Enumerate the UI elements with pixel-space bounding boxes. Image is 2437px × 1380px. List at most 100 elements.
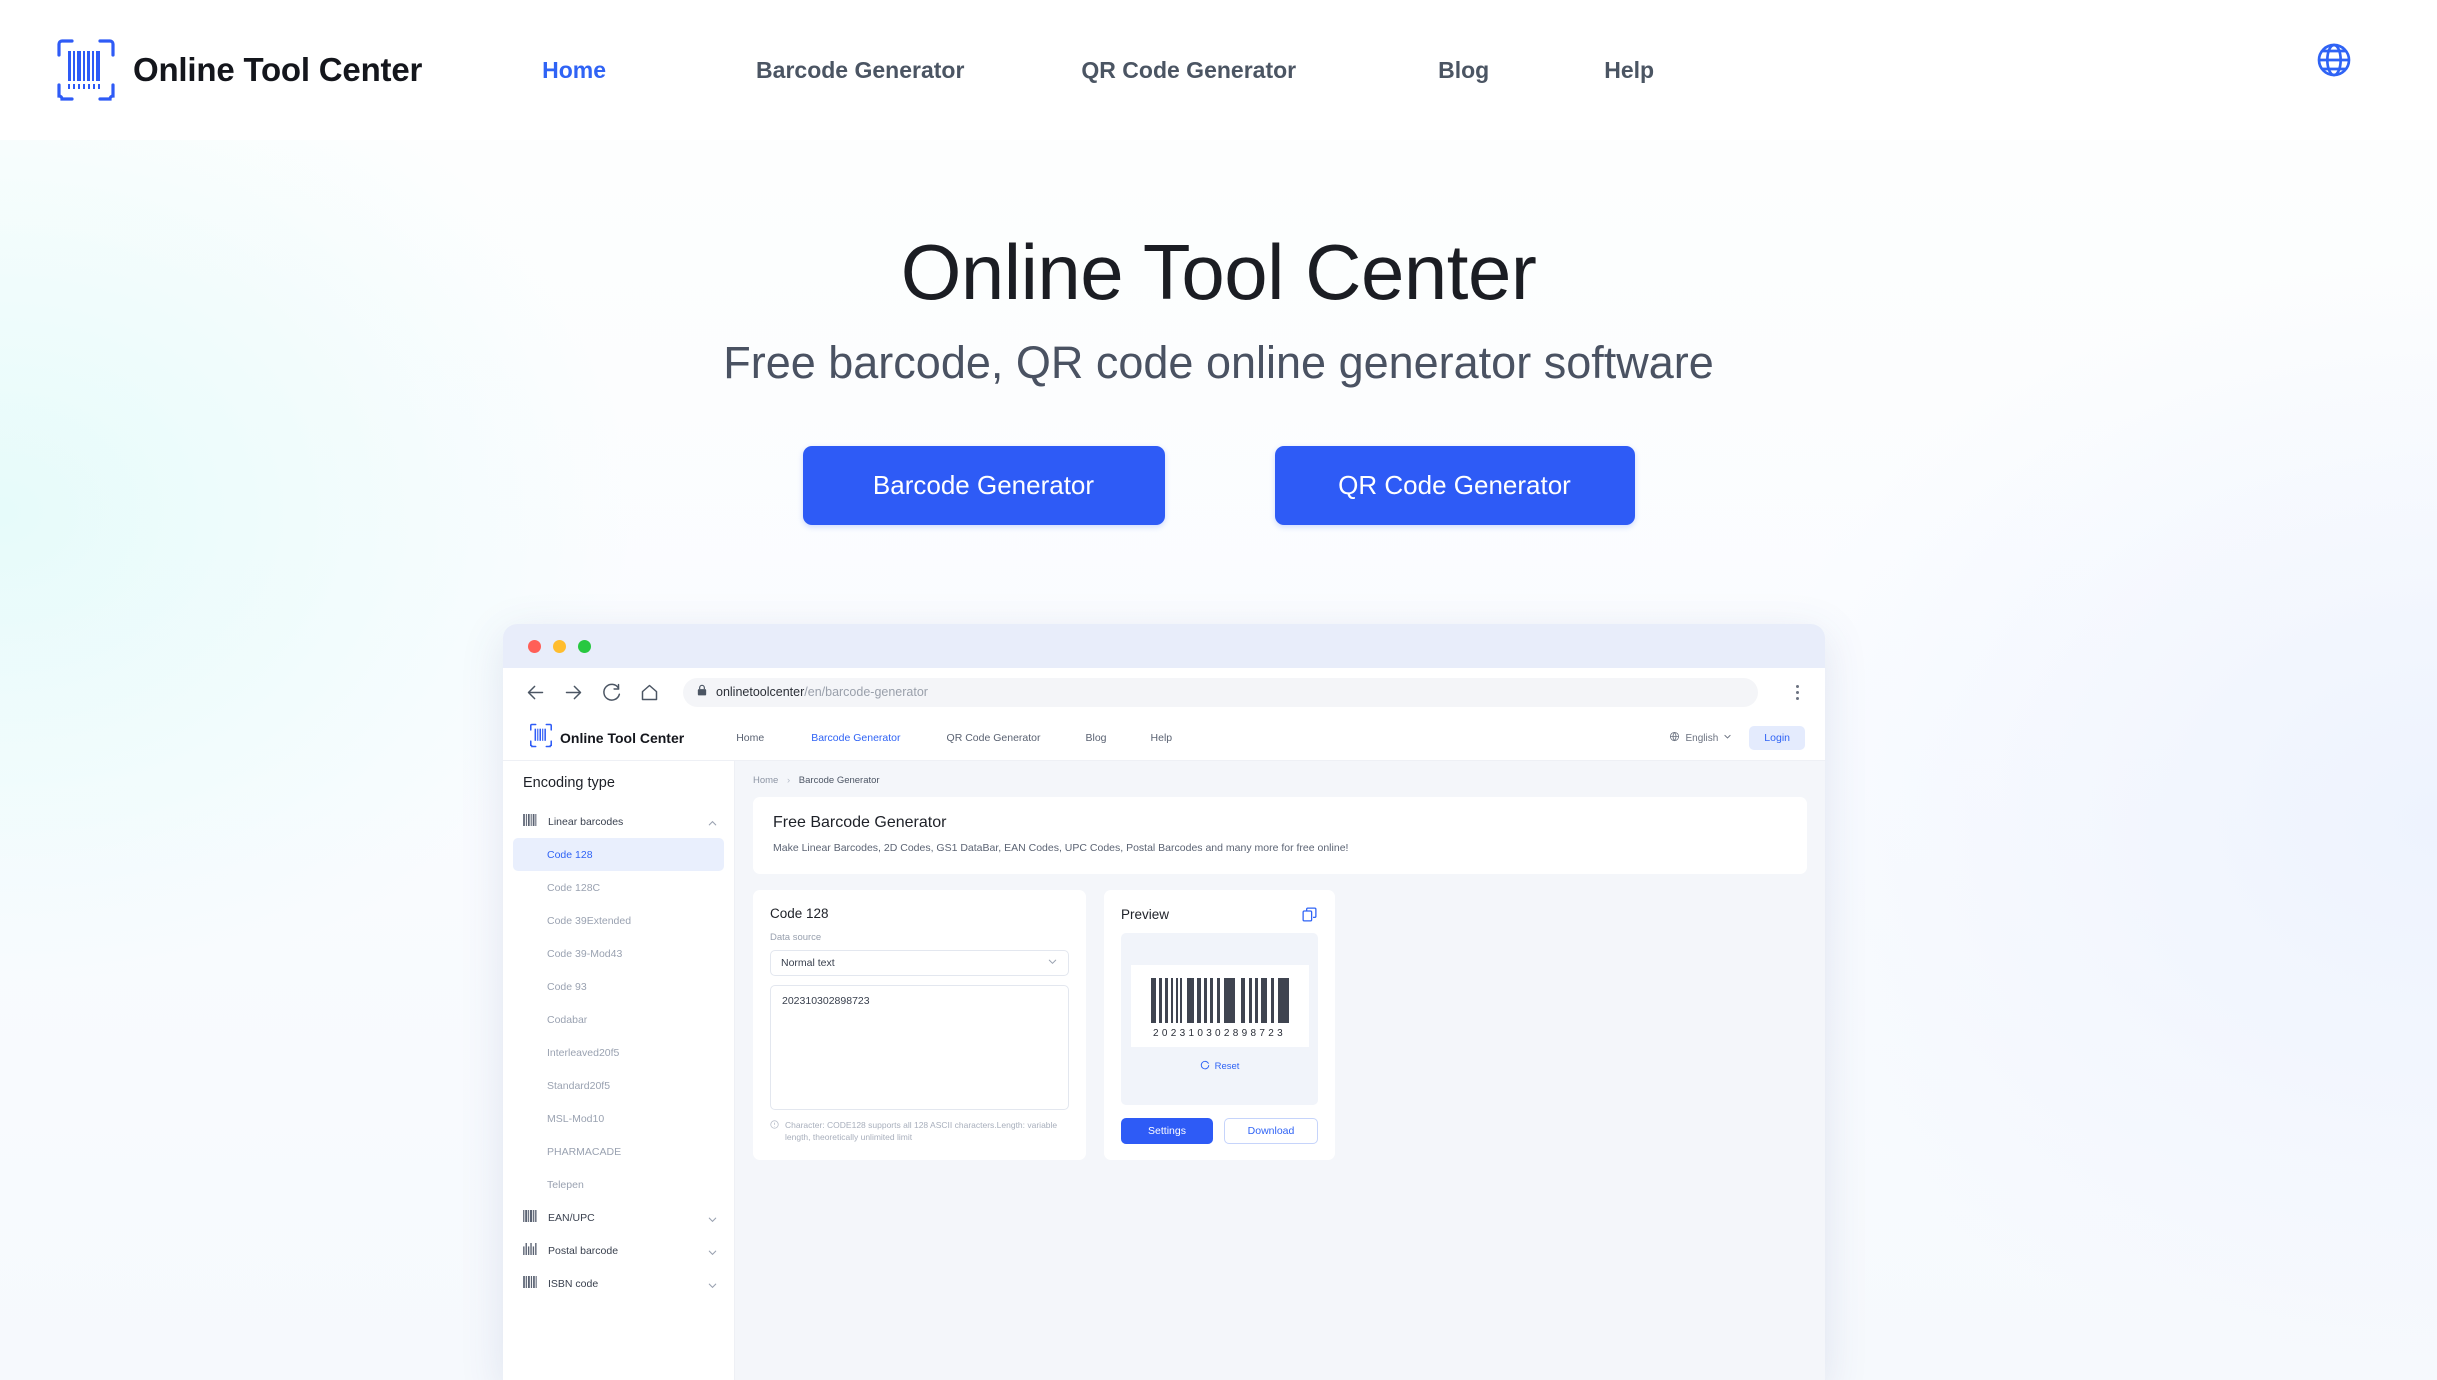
chevron-down-icon [707,1245,718,1256]
globe-icon [1669,731,1680,745]
mock-site-body: Encoding type Linear barcodes Code 128 C… [503,761,1825,1380]
hero-section: Online Tool Center Free barcode, QR code… [0,140,2437,526]
barcode-generator-button[interactable]: Barcode Generator [802,446,1165,526]
page-title: Online Tool Center [900,228,1537,316]
url-text: onlinetoolcenter/en/barcode-generator [716,685,928,699]
mock-nav-barcode-generator[interactable]: Barcode Generator [811,732,900,744]
preview-actions: Settings Download [1121,1117,1318,1144]
page-root: Online Tool Center Home Barcode Generato… [0,0,2437,1380]
sidebar-group-postal-barcode[interactable]: Postal barcode [503,1234,734,1267]
mock-site-nav: Home Barcode Generator QR Code Generator… [736,732,1172,744]
sidebar-item-code-39extended[interactable]: Code 39Extended [503,904,734,937]
sidebar-group-ean-upc[interactable]: EAN/UPC [503,1201,734,1234]
ean-barcode-icon [523,1209,537,1227]
kebab-menu-icon[interactable] [1789,684,1805,700]
hero-subtitle: Free barcode, QR code online generator s… [723,337,1714,389]
url-bar[interactable]: onlinetoolcenter/en/barcode-generator [683,677,1758,707]
nav-item-help[interactable]: Help [1604,47,1654,94]
page-banner: Free Barcode Generator Make Linear Barco… [753,797,1807,874]
chevron-down-icon [1047,956,1058,970]
login-button[interactable]: Login [1749,726,1805,750]
chevron-up-icon [707,816,718,827]
preview-header: Preview [1121,906,1318,923]
breadcrumb: Home › Barcode Generator [753,775,1807,786]
form-title: Code 128 [770,905,829,921]
preview-card: Preview 202310302898723 Reset Settings D… [1104,889,1335,1160]
sidebar-item-code-128c[interactable]: Code 128C [503,871,734,904]
preview-title: Preview [1121,906,1170,922]
barcode-icon [523,813,537,831]
brand-name: Online Tool Center [133,51,423,88]
data-source-value: Normal text [781,956,835,969]
top-navbar: Online Tool Center Home Barcode Generato… [0,0,2437,140]
window-close-dot [528,639,541,653]
barcode-scan-icon [529,723,553,753]
nav-item-blog[interactable]: Blog [1438,47,1489,94]
window-maximize-dot [578,639,591,653]
language-label: English [1685,732,1719,744]
mock-nav-blog[interactable]: Blog [1086,732,1107,744]
mock-content: Home › Barcode Generator Free Barcode Ge… [735,761,1825,1380]
breadcrumb-home[interactable]: Home [753,775,778,786]
sidebar-group-isbn-code[interactable]: ISBN code [503,1267,734,1300]
sidebar-item-code-93[interactable]: Code 93 [503,970,734,1003]
sidebar-item-pharmacade[interactable]: PHARMACADE [503,1135,734,1168]
nav-item-home[interactable]: Home [542,47,606,94]
sidebar-item-standard20f5[interactable]: Standard20f5 [503,1069,734,1102]
breadcrumb-separator: › [786,775,791,786]
sidebar-item-msl-mod10[interactable]: MSL-Mod10 [503,1102,734,1135]
sidebar-group-linear-barcodes[interactable]: Linear barcodes [503,805,734,838]
hero-cta-group: Barcode Generator QR Code Generator [0,446,2437,526]
sidebar-item-codabar[interactable]: Codabar [503,1003,734,1036]
sidebar-item-interleaved20f5[interactable]: Interleaved20f5 [503,1036,734,1069]
language-selector[interactable]: English [1669,731,1732,745]
mock-nav-qr-code-generator[interactable]: QR Code Generator [947,732,1041,744]
lock-icon [697,683,707,701]
sidebar-item-code-39-mod43[interactable]: Code 39-Mod43 [503,937,734,970]
sidebar-group-label: Linear barcodes [548,815,624,828]
settings-button[interactable]: Settings [1121,1117,1213,1144]
hint-text: Character: CODE128 supports all 128 ASCI… [785,1120,1058,1143]
nav-item-qr-code-generator[interactable]: QR Code Generator [1081,47,1296,94]
download-button[interactable]: Download [1224,1117,1318,1144]
qr-code-generator-button[interactable]: QR Code Generator [1274,446,1635,526]
brand-logo[interactable]: Online Tool Center [55,37,422,103]
sidebar-group-label: ISBN code [548,1277,599,1290]
barcode-preview-area: 202310302898723 Reset [1121,932,1318,1105]
sidebar-item-code-128[interactable]: Code 128 [513,838,724,871]
chevron-down-icon [707,1212,718,1223]
barcode-image: 202310302898723 [1130,964,1309,1047]
home-icon [639,682,660,703]
sidebar-item-telepen[interactable]: Telepen [503,1168,734,1201]
generator-columns: Code 128 Data source Normal text 2023103… [753,889,1807,1160]
breadcrumb-current: Barcode Generator [798,775,880,786]
mock-nav-home[interactable]: Home [736,732,764,744]
barcode-digits: 202310302898723 [1153,1027,1286,1039]
data-source-select[interactable]: Normal text [770,949,1069,976]
info-icon [770,1119,779,1132]
reload-icon [601,682,622,703]
mock-brand-logo[interactable]: Online Tool Center [529,723,684,753]
mockup-toolbar: onlinetoolcenter/en/barcode-generator [503,668,1825,716]
primary-nav: Home Barcode Generator QR Code Generator… [542,47,1654,94]
banner-description: Make Linear Barcodes, 2D Codes, GS1 Data… [773,842,1349,854]
reset-button[interactable]: Reset [1200,1060,1239,1073]
data-source-label: Data source [770,931,822,943]
sidebar-title: Encoding type [523,775,615,791]
copy-icon[interactable] [1301,906,1318,923]
chevron-down-icon [1723,732,1732,744]
banner-title: Free Barcode Generator [773,814,947,831]
barcode-data-input[interactable]: 202310302898723 [770,984,1069,1111]
reset-icon [1200,1060,1210,1073]
mock-nav-help[interactable]: Help [1151,732,1173,744]
barcode-bars [1150,977,1289,1023]
isbn-barcode-icon [523,1275,537,1293]
mock-brand-name: Online Tool Center [560,730,685,746]
barcode-scan-icon [55,37,117,103]
globe-icon[interactable] [2314,40,2354,80]
arrow-left-icon [525,682,546,703]
encoding-type-sidebar: Encoding type Linear barcodes Code 128 C… [503,761,735,1380]
browser-mockup: onlinetoolcenter/en/barcode-generator On… [503,624,1825,1380]
nav-item-barcode-generator[interactable]: Barcode Generator [756,47,964,94]
encoder-form-card: Code 128 Data source Normal text 2023103… [753,889,1086,1160]
